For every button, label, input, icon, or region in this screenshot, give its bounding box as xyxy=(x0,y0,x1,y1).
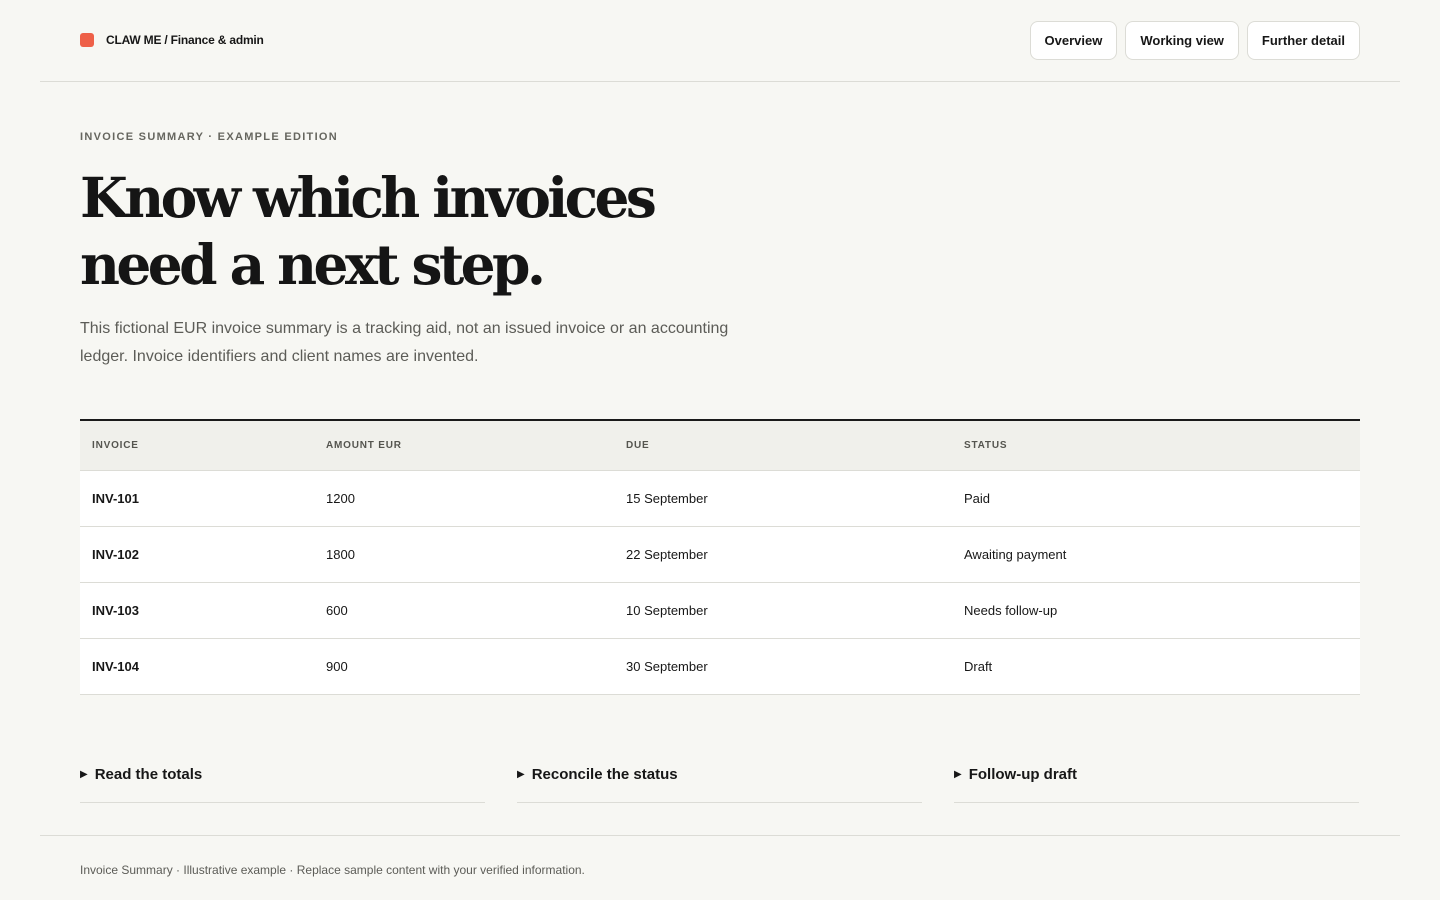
invoice-due: 30 September xyxy=(614,638,952,695)
invoice-status: Paid xyxy=(952,470,1360,527)
brand-logo-icon xyxy=(80,33,94,47)
disclosure-label: Follow-up draft xyxy=(968,765,1078,783)
reconcile-status-disclosure[interactable]: ▶ Reconcile the status xyxy=(517,746,922,803)
invoice-amount: 600 xyxy=(314,582,614,639)
disclosure-label: Reconcile the status xyxy=(531,765,678,783)
table-row: INV-104 900 30 September Draft xyxy=(80,638,1360,695)
brand[interactable]: CLAW ME / Finance & admin xyxy=(80,33,264,47)
follow-up-draft-disclosure[interactable]: ▶ Follow-up draft xyxy=(954,746,1359,803)
status-column-header: STATUS xyxy=(952,420,1360,471)
intro-text: This fictional EUR invoice summary is a … xyxy=(80,320,729,365)
page-title: Know which invoices need a next step. xyxy=(80,164,760,298)
triangle-right-icon: ▶ xyxy=(954,768,962,780)
invoice-id: INV-102 xyxy=(80,526,314,583)
detail-sections: ▶ Read the totals ▶ Reconcile the status… xyxy=(80,746,1360,803)
page-title-line-1: Know which invoices xyxy=(80,165,657,230)
triangle-right-icon: ▶ xyxy=(517,768,525,780)
amount-column-header: AMOUNT EUR xyxy=(314,420,614,471)
invoice-due: 10 September xyxy=(614,582,952,639)
table-row: INV-102 1800 22 September Awaiting payme… xyxy=(80,526,1360,583)
invoice-status: Draft xyxy=(952,638,1360,695)
invoice-amount: 900 xyxy=(314,638,614,695)
table-row: INV-101 1200 15 September Paid xyxy=(80,470,1360,527)
overview-button[interactable]: Overview xyxy=(1029,21,1118,60)
invoice-status: Needs follow-up xyxy=(952,582,1360,639)
top-bar: CLAW ME / Finance & admin Overview Worki… xyxy=(40,0,1400,82)
read-totals-disclosure[interactable]: ▶ Read the totals xyxy=(80,746,485,803)
top-navigation: Overview Working view Further detail xyxy=(1029,21,1360,60)
invoice-table: INVOICE AMOUNT EUR DUE STATUS INV-101 12… xyxy=(80,419,1360,695)
invoice-column-header: INVOICE xyxy=(80,420,314,471)
brand-name: CLAW ME / Finance & admin xyxy=(106,33,264,47)
disclosure-label: Read the totals xyxy=(94,765,203,783)
page-title-line-2: need a next step. xyxy=(80,232,546,297)
invoice-id: INV-101 xyxy=(80,470,314,527)
table-header-row: INVOICE AMOUNT EUR DUE STATUS xyxy=(80,420,1360,471)
further-detail-button[interactable]: Further detail xyxy=(1246,21,1360,60)
invoice-due: 22 September xyxy=(614,526,952,583)
triangle-right-icon: ▶ xyxy=(80,768,88,780)
section-eyebrow: INVOICE SUMMARY · EXAMPLE EDITION xyxy=(80,131,339,143)
footer: Invoice Summary · Illustrative example ·… xyxy=(40,835,1400,900)
invoice-status: Awaiting payment xyxy=(952,526,1360,583)
table-row: INV-103 600 10 September Needs follow-up xyxy=(80,582,1360,639)
invoice-amount: 1800 xyxy=(314,526,614,583)
footer-note: Invoice Summary · Illustrative example ·… xyxy=(80,863,585,877)
invoice-due: 15 September xyxy=(614,470,952,527)
invoice-id: INV-104 xyxy=(80,638,314,695)
invoice-amount: 1200 xyxy=(314,470,614,527)
working-view-button[interactable]: Working view xyxy=(1125,21,1239,60)
invoice-id: INV-103 xyxy=(80,582,314,639)
due-column-header: DUE xyxy=(614,420,952,471)
